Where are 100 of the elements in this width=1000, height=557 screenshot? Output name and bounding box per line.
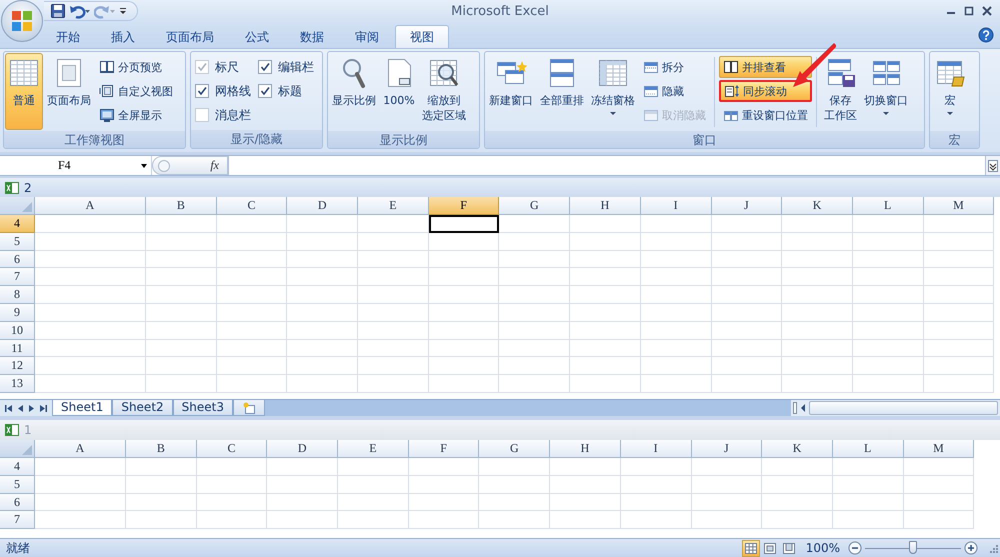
ribbon-tab[interactable]: 开始 [41,25,95,48]
ribbon-tab[interactable]: 插入 [96,25,150,48]
help-icon[interactable] [978,27,994,43]
skip-left-icon[interactable] [4,404,13,412]
column-header[interactable]: I [640,197,712,215]
ribbon-button[interactable]: 新建窗口 [486,53,536,130]
row-header[interactable]: 6 [0,250,35,268]
ribbon-button[interactable]: 全屏显示 [95,104,177,126]
ribbon-button[interactable]: 隐藏 [639,80,710,102]
ribbon-tab[interactable]: 页面布局 [151,25,229,48]
ribbon-button[interactable]: 全部重排 [537,53,587,130]
row-header[interactable]: 7 [0,511,35,530]
row-header[interactable]: 13 [0,375,35,393]
triangle-right-icon[interactable] [28,404,35,412]
ribbon-button[interactable]: 自定义视图 [95,80,177,102]
checkbox[interactable]: 网格线 [192,80,254,102]
zoom-level[interactable]: 100% [806,541,840,555]
ribbon-button[interactable]: 同步滚动 [719,80,812,102]
insert-sheet-tab[interactable] [232,400,265,416]
ribbon-button[interactable]: 重设窗口位置 [719,104,812,126]
row-header[interactable]: 4 [0,458,35,476]
ribbon-tab[interactable]: 视图 [395,25,449,48]
save-icon[interactable] [50,3,66,19]
ribbon-button[interactable]: 页面布局 [44,53,94,130]
column-header[interactable]: A [35,440,126,458]
column-header[interactable]: C [196,440,268,458]
column-header[interactable]: E [338,440,409,458]
zoom-slider-thumb[interactable] [909,541,917,554]
maximize-icon[interactable] [964,6,974,16]
ribbon-button[interactable]: 分页预览 [95,56,177,78]
ribbon-button[interactable]: 100% [380,53,418,130]
row-header[interactable]: 9 [0,304,35,322]
ribbon-tab[interactable]: 数据 [285,25,339,48]
grid-cell[interactable] [428,215,500,233]
office-button[interactable] [1,0,43,42]
ribbon-button[interactable]: 宏 [931,53,969,130]
skip-right-icon[interactable] [39,404,48,412]
select-all-button[interactable] [0,440,35,458]
column-header[interactable]: D [267,440,338,458]
zoom-out-icon[interactable] [848,541,862,555]
column-header[interactable]: F [408,440,480,458]
row-header[interactable]: 12 [0,357,35,376]
ribbon-button[interactable]: 冻结窗格 [588,53,638,130]
row-header[interactable]: 10 [0,322,35,340]
checkbox[interactable]: 编辑栏 [255,56,317,78]
column-header[interactable]: K [762,440,833,458]
ribbon-tab[interactable]: 审阅 [340,25,394,48]
row-header[interactable]: 4 [0,215,35,233]
book-icon [723,59,739,75]
circle-icon [157,158,171,172]
column-header[interactable]: K [782,197,853,215]
insert-function-button[interactable]: fx [208,158,221,173]
column-header[interactable]: B [146,197,217,215]
ribbon-button[interactable]: 切换窗口 [861,53,911,130]
column-header[interactable]: J [712,197,782,215]
row-header[interactable]: 5 [0,476,35,494]
ribbon-button[interactable]: 拆分 [639,56,710,78]
row-header[interactable]: 8 [0,286,35,304]
column-header[interactable]: E [358,197,429,215]
ribbon-button[interactable]: 保存 工作区 [821,53,860,130]
triangle-left-icon[interactable] [17,404,24,412]
column-header[interactable]: G [479,440,550,458]
ribbon-button[interactable]: 缩放到 选定区域 [419,53,469,130]
ribbon-tab[interactable]: 公式 [230,25,284,48]
column-header[interactable]: J [692,440,762,458]
column-header[interactable]: L [832,440,904,458]
undo-icon[interactable] [69,3,91,19]
checkbox[interactable]: 标题 [255,80,317,102]
sheet-tab[interactable]: Sheet1 [52,400,112,416]
column-header[interactable]: F [428,197,500,215]
select-all-button[interactable] [0,197,35,215]
name-box[interactable]: F4 [0,156,152,175]
sheet-tab[interactable]: Sheet2 [112,400,173,416]
column-header[interactable]: M [904,440,974,458]
column-header[interactable]: M [924,197,994,215]
split-handle-icon[interactable] [793,402,797,414]
zoom-in-icon[interactable] [964,541,978,555]
horizontal-scrollbar[interactable] [809,401,998,415]
column-header[interactable]: A [35,197,146,215]
row-header[interactable]: 11 [0,340,35,358]
ribbon-button[interactable]: 普通 [5,53,43,130]
close-icon[interactable] [982,6,992,16]
sheet-tab[interactable]: Sheet3 [172,400,233,416]
column-header[interactable]: D [287,197,358,215]
view-button[interactable] [742,540,760,556]
row-header[interactable]: 7 [0,268,35,286]
expand-icon[interactable] [988,158,998,172]
ribbon-button[interactable]: 显示比例 [329,53,379,130]
status-text: 就绪 [6,540,30,556]
column-header[interactable]: H [550,440,621,458]
row-header[interactable]: 6 [0,494,35,512]
column-header[interactable]: I [620,440,692,458]
scroll-left-icon[interactable] [799,402,807,414]
column-header[interactable]: G [499,197,570,215]
column-header[interactable]: H [570,197,641,215]
column-header[interactable]: B [126,440,197,458]
ribbon-button[interactable]: 并排查看 [719,56,812,78]
row-header[interactable]: 5 [0,232,35,251]
column-header[interactable]: C [216,197,288,215]
column-header[interactable]: L [852,197,924,215]
